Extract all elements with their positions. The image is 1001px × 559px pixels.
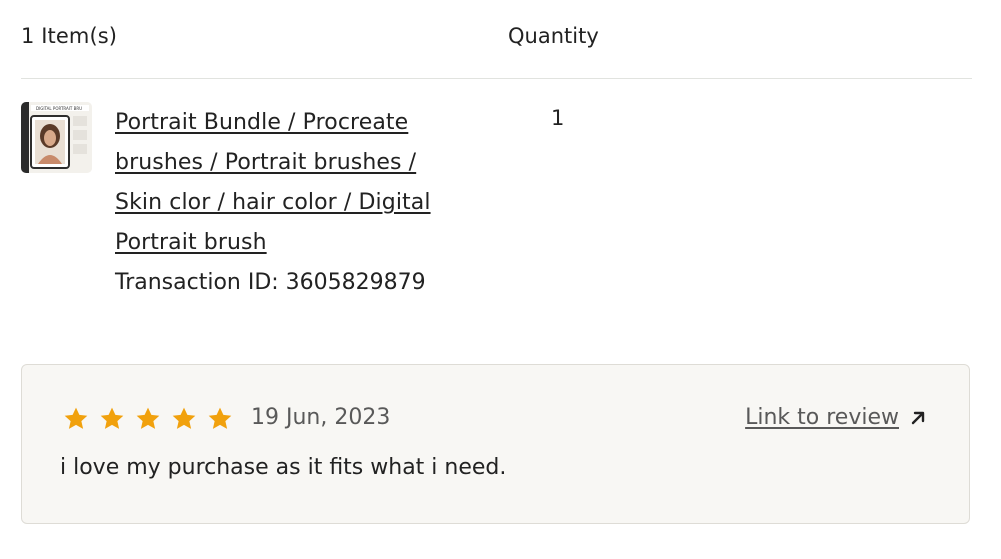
item-quantity: 1 — [551, 106, 565, 130]
thumbnail-banner-text: DIGITAL PORTRAIT BRU — [36, 106, 82, 111]
order-item-row: DIGITAL PORTRAIT BRU Portrait Bundle / P… — [21, 100, 972, 320]
star-rating — [62, 405, 234, 439]
review-text: i love my purchase as it fits what i nee… — [60, 455, 507, 480]
transaction-id: Transaction ID: 3605829879 — [115, 270, 426, 295]
link-to-review-label: Link to review — [745, 405, 899, 430]
star-icon — [136, 407, 160, 429]
arrow-up-right-icon — [911, 411, 925, 424]
link-to-review[interactable]: Link to review — [745, 405, 927, 430]
items-count-heading: 1 Item(s) — [21, 24, 118, 48]
quantity-heading: Quantity — [508, 24, 599, 48]
order-items-header: 1 Item(s) Quantity — [21, 0, 972, 79]
star-icon — [208, 407, 232, 429]
star-icon — [100, 407, 124, 429]
item-title-line-1[interactable]: Portrait Bundle / Procreate — [115, 103, 475, 143]
item-info: Portrait Bundle / Procreate brushes / Po… — [115, 103, 475, 303]
review-date: 19 Jun, 2023 — [251, 405, 391, 430]
item-title-line-4[interactable]: Portrait brush — [115, 223, 475, 263]
item-title-line-2[interactable]: brushes / Portrait brushes / — [115, 143, 475, 183]
product-thumbnail-image: DIGITAL PORTRAIT BRU — [21, 102, 92, 173]
review-card: 19 Jun, 2023 Link to review i love my pu… — [21, 364, 970, 524]
star-icon — [172, 407, 196, 429]
item-title-line-3[interactable]: Skin clor / hair color / Digital — [115, 183, 475, 223]
product-thumbnail[interactable]: DIGITAL PORTRAIT BRU — [21, 102, 92, 173]
star-icon — [64, 407, 88, 429]
